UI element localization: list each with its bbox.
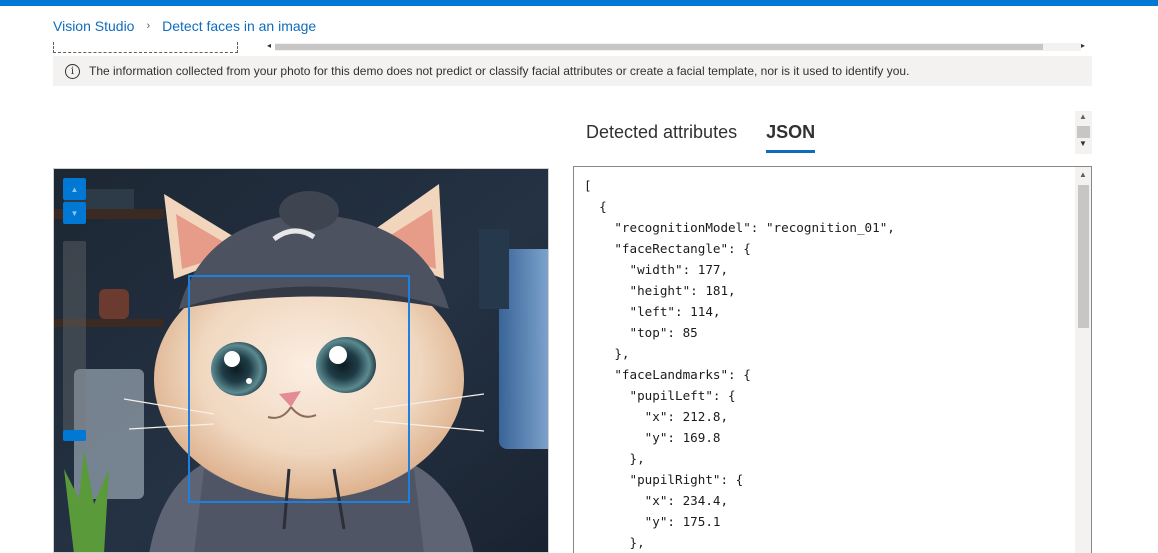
zoom-out-button[interactable]: ▼ bbox=[63, 202, 86, 224]
json-output-text: [ { "recognitionModel": "recognition_01"… bbox=[584, 178, 895, 550]
sample-images-strip: ◂ ▸ bbox=[53, 41, 1092, 54]
zoom-slider-handle[interactable] bbox=[63, 430, 86, 441]
top-accent-bar bbox=[0, 0, 1158, 6]
zoom-in-button[interactable]: ▲ bbox=[63, 178, 86, 200]
zoom-slider-track[interactable] bbox=[63, 241, 86, 441]
chevron-right-icon: › bbox=[146, 20, 151, 32]
tabs-scrollbar-thumb[interactable] bbox=[1077, 126, 1090, 138]
result-tabs: Detected attributes JSON bbox=[586, 112, 844, 156]
json-scrollbar[interactable]: ▲ bbox=[1075, 167, 1091, 553]
breadcrumb-detect-faces[interactable]: Detect faces in an image bbox=[162, 18, 316, 34]
image-viewer[interactable]: ▲ ▼ bbox=[53, 168, 549, 553]
json-scrollbar-thumb[interactable] bbox=[1078, 185, 1089, 328]
scroll-right-icon[interactable]: ▸ bbox=[1081, 41, 1085, 50]
privacy-info-text: The information collected from your phot… bbox=[89, 64, 910, 78]
breadcrumb-vision-studio[interactable]: Vision Studio bbox=[53, 18, 134, 34]
scroll-up-icon[interactable]: ▲ bbox=[1079, 112, 1087, 121]
breadcrumb: Vision Studio › Detect faces in an image bbox=[53, 16, 316, 36]
info-icon: i bbox=[65, 63, 80, 79]
horizontal-scrollbar-thumb[interactable] bbox=[275, 44, 1043, 50]
json-output-panel[interactable]: [ { "recognitionModel": "recognition_01"… bbox=[573, 166, 1092, 553]
scroll-left-icon[interactable]: ◂ bbox=[267, 41, 271, 50]
selected-thumbnail-outline[interactable] bbox=[53, 42, 238, 53]
tab-json[interactable]: JSON bbox=[766, 112, 816, 153]
face-bounding-box bbox=[188, 275, 410, 503]
tab-detected-attributes[interactable]: Detected attributes bbox=[586, 112, 737, 153]
privacy-info-bar: i The information collected from your ph… bbox=[53, 56, 1092, 86]
scroll-up-icon[interactable]: ▲ bbox=[1079, 170, 1087, 179]
tabs-scrollbar[interactable]: ▲ ▼ bbox=[1075, 111, 1092, 154]
scroll-down-icon[interactable]: ▼ bbox=[1079, 139, 1087, 148]
